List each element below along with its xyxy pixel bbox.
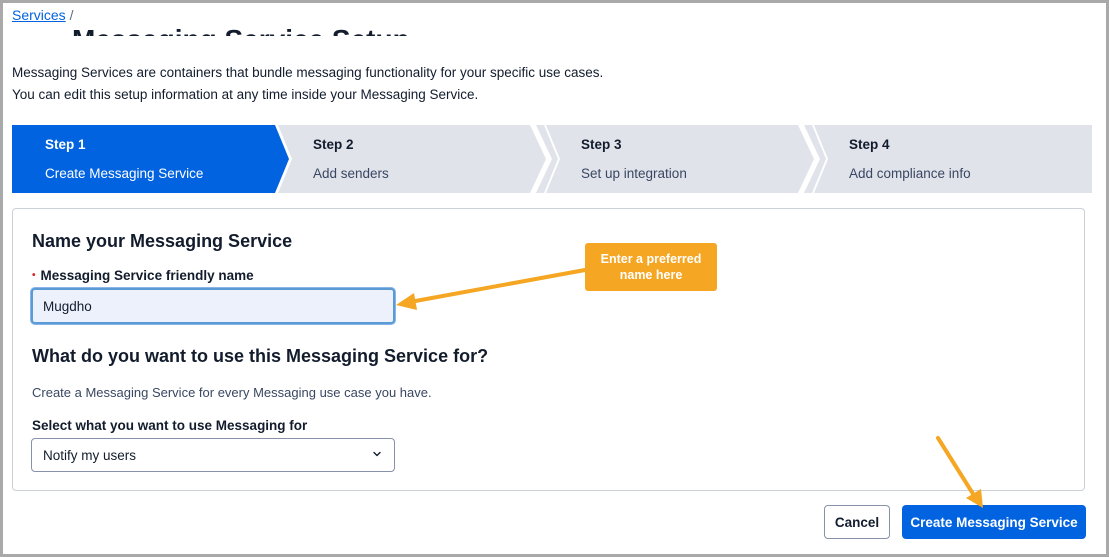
create-messaging-service-button[interactable]: Create Messaging Service: [902, 505, 1086, 539]
breadcrumb: Services /: [12, 7, 73, 23]
page-title: Messaging Service Setup: [72, 24, 410, 36]
setup-stepper: Step 1 Create Messaging Service Step 2 A…: [12, 125, 1092, 193]
chevron-down-icon: [373, 451, 381, 457]
annotation-callout: Enter a preferred name here: [585, 243, 717, 291]
name-section-heading: Name your Messaging Service: [32, 231, 293, 251]
step-2-label: Add senders: [313, 166, 389, 181]
intro-line-2: You can edit this setup information at a…: [12, 86, 479, 102]
use-section-heading: What do you want to use this Messaging S…: [32, 346, 489, 366]
required-indicator: •: [32, 270, 36, 281]
use-help-text: Create a Messaging Service for every Mes…: [32, 385, 432, 400]
step-3-number: Step 3: [581, 137, 622, 152]
friendly-name-label: • Messaging Service friendly name: [32, 268, 254, 283]
page-intro: Messaging Services are containers that b…: [12, 62, 603, 105]
step-1[interactable]: Step 1 Create Messaging Service: [12, 125, 289, 193]
step-1-label: Create Messaging Service: [45, 166, 204, 181]
use-case-select[interactable]: Notify my users: [31, 438, 395, 472]
friendly-name-label-text: Messaging Service friendly name: [40, 268, 254, 283]
callout-line-1: Enter a preferred: [600, 252, 702, 266]
step-3[interactable]: Step 3 Set up integration: [546, 125, 826, 193]
callout-line-2: name here: [619, 268, 683, 282]
breadcrumb-services-link[interactable]: Services: [12, 7, 66, 23]
use-select-label: Select what you want to use Messaging fo…: [32, 418, 308, 433]
page-title-container: Messaging Service Setup: [12, 2, 612, 36]
step-1-number: Step 1: [45, 137, 86, 152]
step-2[interactable]: Step 2 Add senders: [278, 125, 558, 193]
step-4-number: Step 4: [849, 137, 890, 152]
friendly-name-input[interactable]: [31, 288, 395, 324]
breadcrumb-separator: /: [69, 7, 74, 23]
setup-form-card: Name your Messaging Service • Messaging S…: [12, 208, 1085, 491]
step-4[interactable]: Step 4 Add compliance info: [814, 125, 1092, 193]
step-3-label: Set up integration: [581, 166, 687, 181]
step-4-label: Add compliance info: [849, 166, 971, 181]
use-case-select-value: Notify my users: [43, 448, 137, 463]
cancel-button[interactable]: Cancel: [824, 505, 890, 539]
intro-line-1: Messaging Services are containers that b…: [12, 65, 604, 80]
step-2-number: Step 2: [313, 137, 354, 152]
